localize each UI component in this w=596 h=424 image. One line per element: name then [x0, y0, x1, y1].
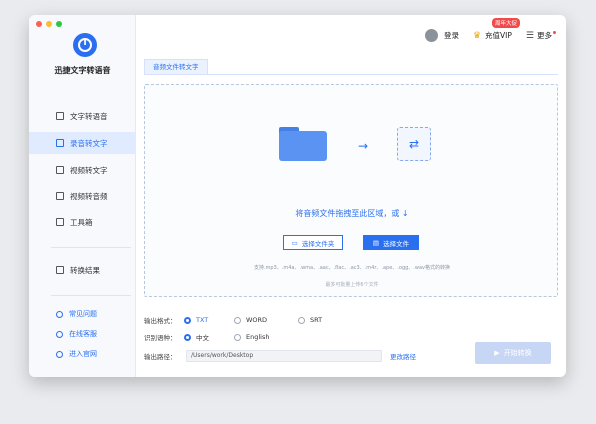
folder-icon — [279, 131, 327, 161]
select-file-label: 选择文件 — [383, 239, 410, 248]
language-label: 识别语种： — [144, 334, 177, 342]
text-icon — [56, 112, 64, 120]
vip-link[interactable]: 充值VIP — [485, 30, 512, 41]
format-srt-label[interactable]: SRT — [310, 316, 322, 324]
dropzone-title-text: 将音频文件拖拽至此区域，或 — [295, 209, 400, 218]
tab-audio-to-text[interactable]: 音频文件转文字 — [144, 59, 208, 75]
menu-icon[interactable]: ☰ — [526, 31, 534, 41]
dropzone-title: 将音频文件拖拽至此区域，或 ↓ — [145, 208, 559, 219]
file-icon: ▤ — [372, 238, 380, 247]
crown-icon: ♛ — [472, 30, 482, 41]
window-controls — [36, 21, 62, 27]
chat-icon — [56, 330, 63, 338]
output-format-label: 输出格式： — [144, 317, 177, 325]
sidebar-item-label: 文字转语音 — [70, 111, 108, 121]
format-txt-label[interactable]: TXT — [196, 316, 234, 324]
login-link[interactable]: 登录 — [444, 30, 459, 41]
select-folder-label: 选择文件夹 — [301, 239, 335, 248]
format-word-label[interactable]: WORD — [246, 316, 298, 324]
sidebar-item-video-to-audio[interactable]: 视频转音频 — [29, 185, 136, 207]
more-link[interactable]: 更多 — [537, 30, 552, 41]
app-name: 迅捷文字转语音 — [54, 66, 111, 75]
output-format-row: 输出格式： TXT WORD SRT — [144, 313, 322, 327]
language-english-radio[interactable] — [234, 333, 241, 341]
sidebar-item-results[interactable]: 转换结果 — [29, 259, 136, 281]
faq-link[interactable]: 常见问题 — [56, 309, 97, 319]
output-path-row: 输出路径： /Users/work/Desktop 更改路径 — [144, 349, 416, 363]
video-audio-icon — [56, 192, 64, 200]
start-convert-button[interactable]: ▶ 开始转换 — [475, 342, 551, 364]
sidebar-divider — [51, 247, 131, 248]
sidebar-item-label: 工具箱 — [70, 217, 93, 227]
sidebar: T 迅捷文字转语音 文字转语音 录音转文字 视频转文字 视频转音频 工具箱 转换… — [29, 15, 136, 377]
sidebar-item-label: 视频转文字 — [70, 165, 108, 175]
faq-label: 常见问题 — [69, 310, 97, 318]
arrow-down-icon: ↓ — [401, 209, 409, 218]
audio-icon — [56, 139, 64, 147]
output-path-field[interactable]: /Users/work/Desktop — [186, 350, 382, 362]
question-icon — [56, 310, 63, 318]
maximize-window-button[interactable] — [56, 21, 62, 27]
play-icon: ▶ — [494, 349, 500, 357]
arrow-right-icon: → — [358, 139, 369, 153]
results-icon — [56, 266, 64, 274]
close-window-button[interactable] — [36, 21, 42, 27]
select-folder-button[interactable]: ▭ 选择文件夹 — [283, 235, 343, 250]
promo-badge: 周年大促 — [491, 18, 520, 28]
output-path-label: 输出路径： — [144, 353, 177, 361]
online-support-link[interactable]: 在线客服 — [56, 329, 97, 339]
video-icon — [56, 166, 64, 174]
sidebar-item-audio-to-text[interactable]: 录音转文字 — [29, 132, 136, 154]
monitor-icon — [56, 350, 63, 358]
support-label: 在线客服 — [69, 330, 97, 338]
topbar: 登录 ♛ 充值VIP 周年大促 ☰ 更多 — [424, 18, 556, 42]
tab-underline — [144, 74, 558, 75]
minimize-window-button[interactable] — [46, 21, 52, 27]
format-srt-radio[interactable] — [298, 316, 305, 324]
official-site-link[interactable]: 进入官网 — [56, 349, 97, 359]
language-row: 识别语种： 中文 English — [144, 330, 269, 344]
format-txt-radio[interactable] — [184, 316, 191, 324]
sidebar-divider — [51, 295, 131, 296]
supported-formats-text: 支持.mp3、.m4a、.wma、.aac、.flac、.ac3、.m4r、.a… — [253, 265, 451, 271]
file-dropzone[interactable]: → ⇄ 将音频文件拖拽至此区域，或 ↓ ▭ 选择文件夹 ▤ 选择文件 支持.mp3、… — [144, 84, 558, 297]
app-logo-icon: T — [73, 33, 97, 57]
language-chinese-label[interactable]: 中文 — [196, 332, 234, 342]
user-avatar-icon[interactable] — [424, 29, 438, 42]
site-label: 进入官网 — [69, 350, 97, 358]
language-chinese-radio[interactable] — [184, 333, 191, 341]
toolbox-icon — [56, 218, 64, 226]
convert-icon: ⇄ — [397, 127, 431, 161]
notification-dot — [553, 31, 556, 34]
sidebar-item-label: 视频转音频 — [70, 191, 108, 201]
max-files-text: 最多可批量上传6个文件 — [325, 282, 379, 288]
folder-small-icon: ▭ — [291, 238, 298, 247]
main-panel: 登录 ♛ 充值VIP 周年大促 ☰ 更多 音频文件转文字 → ⇄ 将音频文件拖拽… — [136, 15, 566, 377]
sidebar-item-label: 录音转文字 — [70, 138, 108, 148]
language-english-label[interactable]: English — [246, 333, 269, 341]
select-file-button[interactable]: ▤ 选择文件 — [363, 235, 419, 250]
start-convert-label: 开始转换 — [503, 349, 532, 357]
format-word-radio[interactable] — [234, 316, 241, 324]
app-window: T 迅捷文字转语音 文字转语音 录音转文字 视频转文字 视频转音频 工具箱 转换… — [29, 15, 566, 377]
sidebar-item-video-to-text[interactable]: 视频转文字 — [29, 159, 136, 181]
change-path-link[interactable]: 更改路径 — [390, 351, 416, 361]
sidebar-item-label: 转换结果 — [70, 265, 100, 275]
sidebar-item-text-to-speech[interactable]: 文字转语音 — [29, 105, 136, 127]
sidebar-item-toolbox[interactable]: 工具箱 — [29, 211, 136, 233]
